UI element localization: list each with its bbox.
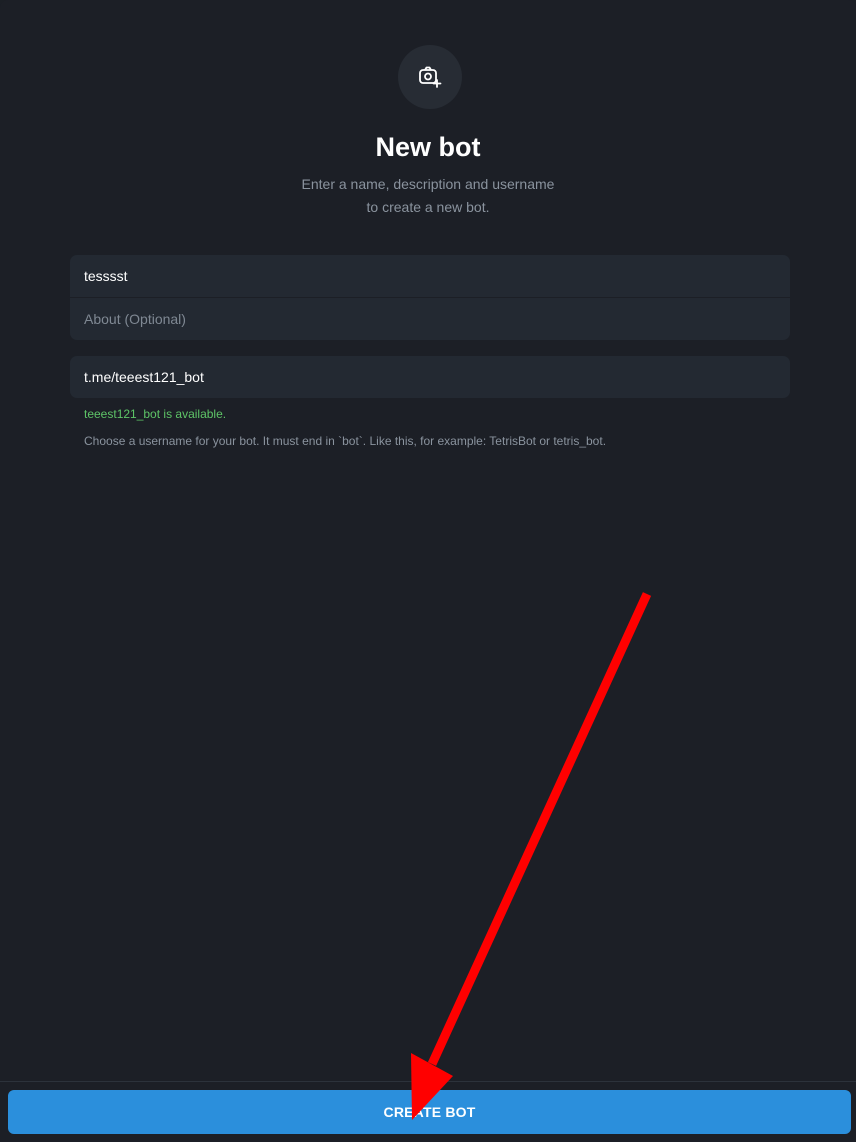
availability-status: teeest121_bot is available. — [84, 407, 227, 421]
name-about-group: tesssst About (Optional) — [70, 255, 790, 340]
username-input[interactable]: t.me/teeest121_bot — [70, 356, 790, 398]
subtitle-line-2: to create a new bot. — [366, 199, 490, 215]
subtitle-line-1: Enter a name, description and username — [301, 176, 555, 192]
about-input[interactable]: About (Optional) — [70, 298, 790, 340]
page-title: New bot — [375, 132, 481, 162]
create-bot-button[interactable]: CREATE BOT — [8, 1090, 851, 1134]
camera-add-icon — [419, 66, 442, 88]
username-hint: Choose a username for your bot. It must … — [84, 434, 607, 448]
page-subtitle: Enter a name, description and username t… — [0, 173, 856, 219]
footer-divider — [0, 1081, 856, 1082]
new-bot-dialog: New bot Enter a name, description and us… — [0, 0, 856, 1142]
username-group: t.me/teeest121_bot — [70, 356, 790, 398]
red-arrow-icon — [411, 592, 652, 1120]
bot-name-input[interactable]: tesssst — [70, 255, 790, 297]
bot-avatar-upload[interactable] — [398, 45, 462, 109]
